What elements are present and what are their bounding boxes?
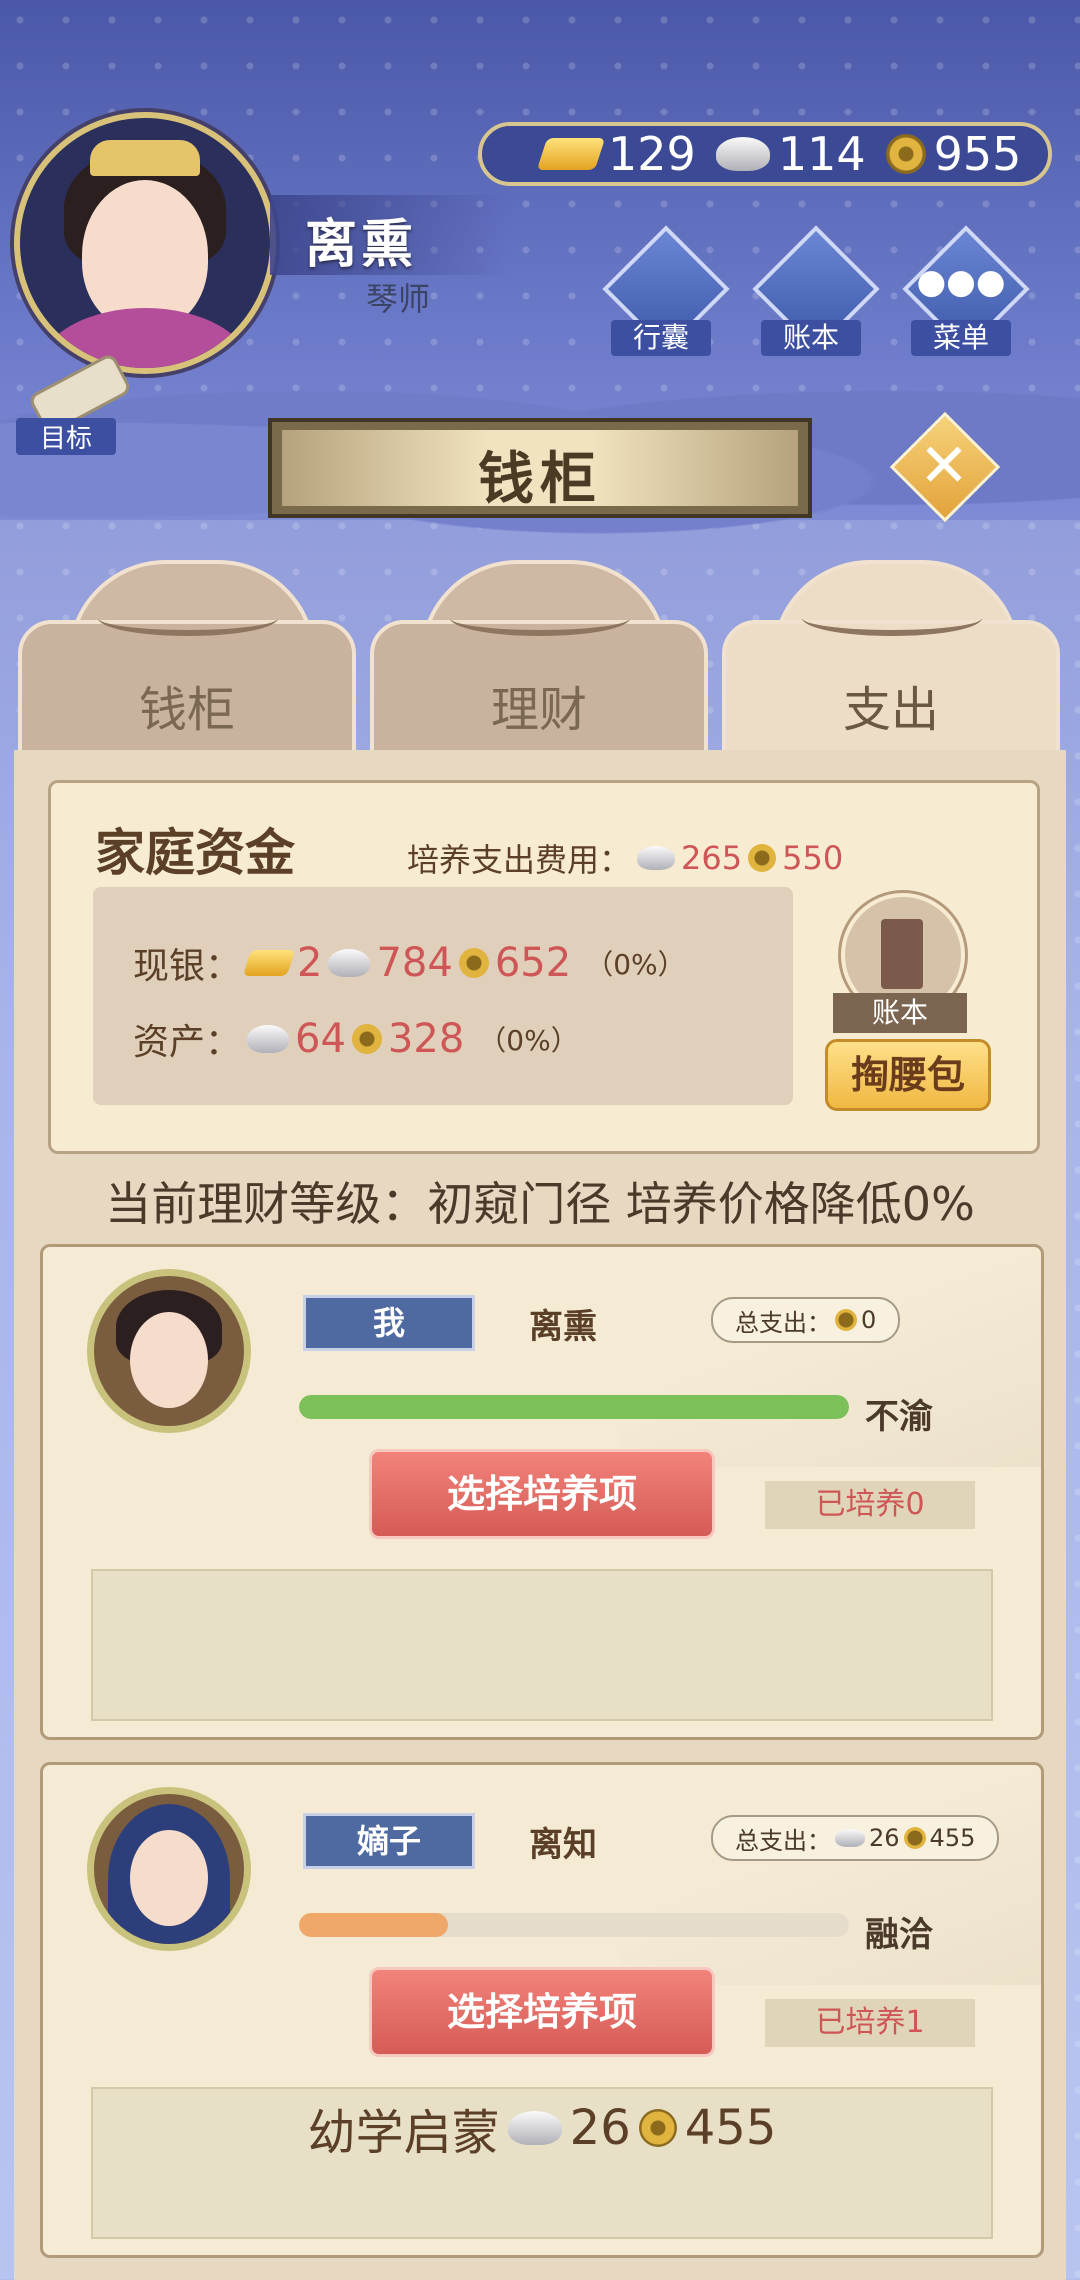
- silver-ingot-icon: [637, 846, 676, 870]
- relation-bar-fill: [299, 1913, 448, 1937]
- cash-percent: （0%）: [585, 948, 686, 981]
- player-avatar[interactable]: [14, 112, 276, 374]
- relation-bar: [299, 1913, 849, 1937]
- spent-label: 总支出：: [735, 1308, 831, 1337]
- fund-title: 家庭资金: [95, 824, 295, 882]
- total-spent-badge: 总支出： 0: [711, 1297, 901, 1343]
- assets-label: 资产：: [133, 1022, 242, 1063]
- spent-label: 总支出：: [735, 1826, 831, 1855]
- select-training-button[interactable]: 选择培养项: [369, 1449, 715, 1539]
- copper-coin-icon: [638, 2109, 677, 2147]
- cash-row: 现银： 2 784 652 （0%）: [133, 937, 686, 989]
- member-card: 我 离熏 总支出： 0 不渝 选择培养项 已培养0: [40, 1244, 1044, 1740]
- goal-button[interactable]: 目标: [16, 352, 133, 464]
- coin-amount: 955: [933, 127, 1022, 181]
- tab-money-chest[interactable]: 钱柜: [18, 560, 356, 756]
- trained-count: 已培养0: [765, 1481, 975, 1529]
- spent-coin: 0: [861, 1306, 877, 1334]
- spent-silver: 26: [869, 1824, 900, 1852]
- copper-coin-icon: [351, 1024, 382, 1054]
- member-role: 嫡子: [303, 1813, 475, 1869]
- gold-amount: 129: [608, 127, 696, 181]
- player-name: 离熏: [305, 215, 418, 275]
- assets-percent: （0%）: [478, 1024, 579, 1057]
- menu-button[interactable]: ●●● 菜单: [886, 225, 1036, 356]
- member-avatar[interactable]: [87, 1269, 251, 1433]
- finance-level-text: 当前理财等级：初窥门径 培养价格降低0%: [105, 1177, 975, 1231]
- cash-label: 现银：: [133, 946, 242, 987]
- relation-status: 融洽: [865, 1915, 933, 1955]
- book-icon: [881, 919, 923, 989]
- tab-label: 支出: [842, 682, 939, 738]
- copper-coin-icon: [748, 844, 777, 872]
- spent-coin: 455: [929, 1824, 976, 1852]
- training-coin: 455: [684, 2100, 777, 2156]
- ledger-label: 账本: [761, 320, 861, 356]
- currency-bar: 129 114 955: [478, 122, 1052, 186]
- training-silver: 26: [569, 2100, 631, 2156]
- silver-ingot-icon: [715, 137, 770, 171]
- cash-coin: 652: [494, 940, 572, 986]
- relation-bar: [299, 1395, 849, 1419]
- tab-label: 钱柜: [138, 682, 235, 738]
- gold-ingot-icon: [536, 138, 606, 170]
- training-cost: 培养支出费用： 265 550: [407, 835, 843, 881]
- menu-label: 菜单: [911, 320, 1011, 356]
- total-spent-badge: 总支出： 26 455: [711, 1815, 1000, 1861]
- training-list: 幼学启蒙 26 455: [91, 2087, 993, 2239]
- member-avatar[interactable]: [87, 1787, 251, 1951]
- trained-count: 已培养1: [765, 1999, 975, 2047]
- goal-label: 目标: [16, 418, 116, 455]
- silver-ingot-icon: [835, 1829, 865, 1847]
- assets-silver: 64: [295, 1016, 346, 1062]
- cloud-swirl-icon: [450, 600, 630, 636]
- tab-expenses[interactable]: 支出: [722, 560, 1060, 780]
- cost-coin: 550: [782, 839, 844, 877]
- assets-row: 资产： 64 328 （0%）: [133, 1013, 579, 1065]
- fund-details: 现银： 2 784 652 （0%） 资产： 64 328 （0%）: [93, 887, 793, 1105]
- cash-gold: 2: [297, 940, 323, 986]
- cloud-swirl-icon: [98, 600, 278, 636]
- assets-coin: 328: [387, 1016, 465, 1062]
- member-role: 我: [303, 1295, 475, 1351]
- silver-ingot-icon: [328, 949, 371, 977]
- cost-silver: 265: [681, 839, 743, 877]
- training-name: 幼学启蒙: [307, 2105, 500, 2161]
- player-title: 琴师: [366, 280, 431, 318]
- cost-label: 培养支出费用：: [407, 841, 632, 879]
- close-icon[interactable]: ✕: [906, 428, 982, 504]
- copper-coin-icon: [835, 1309, 857, 1331]
- member-name: 离熏: [529, 1307, 597, 1347]
- copper-coin-icon: [458, 948, 489, 978]
- silver-ingot-icon: [507, 2111, 562, 2145]
- relation-bar-fill: [299, 1395, 849, 1419]
- bag-label: 行囊: [611, 320, 711, 356]
- copper-coin-icon: [885, 134, 926, 174]
- cash-silver: 784: [376, 940, 453, 986]
- ledger-book-label: 账本: [833, 993, 967, 1033]
- relation-status: 不渝: [865, 1397, 933, 1437]
- training-list: [91, 1569, 993, 1721]
- silver-amount: 114: [777, 127, 866, 181]
- cloud-swirl-icon: [802, 600, 982, 636]
- silver-ingot-icon: [247, 1025, 290, 1053]
- bag-button[interactable]: 行囊: [586, 225, 736, 356]
- title-banner: 钱柜: [268, 418, 812, 518]
- more-dots: ●●●: [916, 262, 1006, 302]
- page-title: 钱柜: [478, 447, 602, 512]
- family-fund-card: 家庭资金 培养支出费用： 265 550 现银： 2 784 652 （0%） …: [48, 780, 1040, 1154]
- member-card: 嫡子 离知 总支出： 26 455 融洽 选择培养项 已培养1 幼学启蒙 26 …: [40, 1762, 1044, 2258]
- pay-from-purse-button[interactable]: 掏腰包: [825, 1039, 991, 1111]
- gold-ingot-icon: [242, 950, 296, 976]
- select-training-button[interactable]: 选择培养项: [369, 1967, 715, 2057]
- member-name: 离知: [529, 1825, 597, 1865]
- tab-label: 理财: [490, 682, 587, 738]
- tab-finance[interactable]: 理财: [370, 560, 708, 756]
- ledger-button[interactable]: 账本: [736, 225, 886, 356]
- training-entry: 幼学启蒙 26 455: [93, 2093, 991, 2163]
- copper-coin-icon: [903, 1827, 926, 1849]
